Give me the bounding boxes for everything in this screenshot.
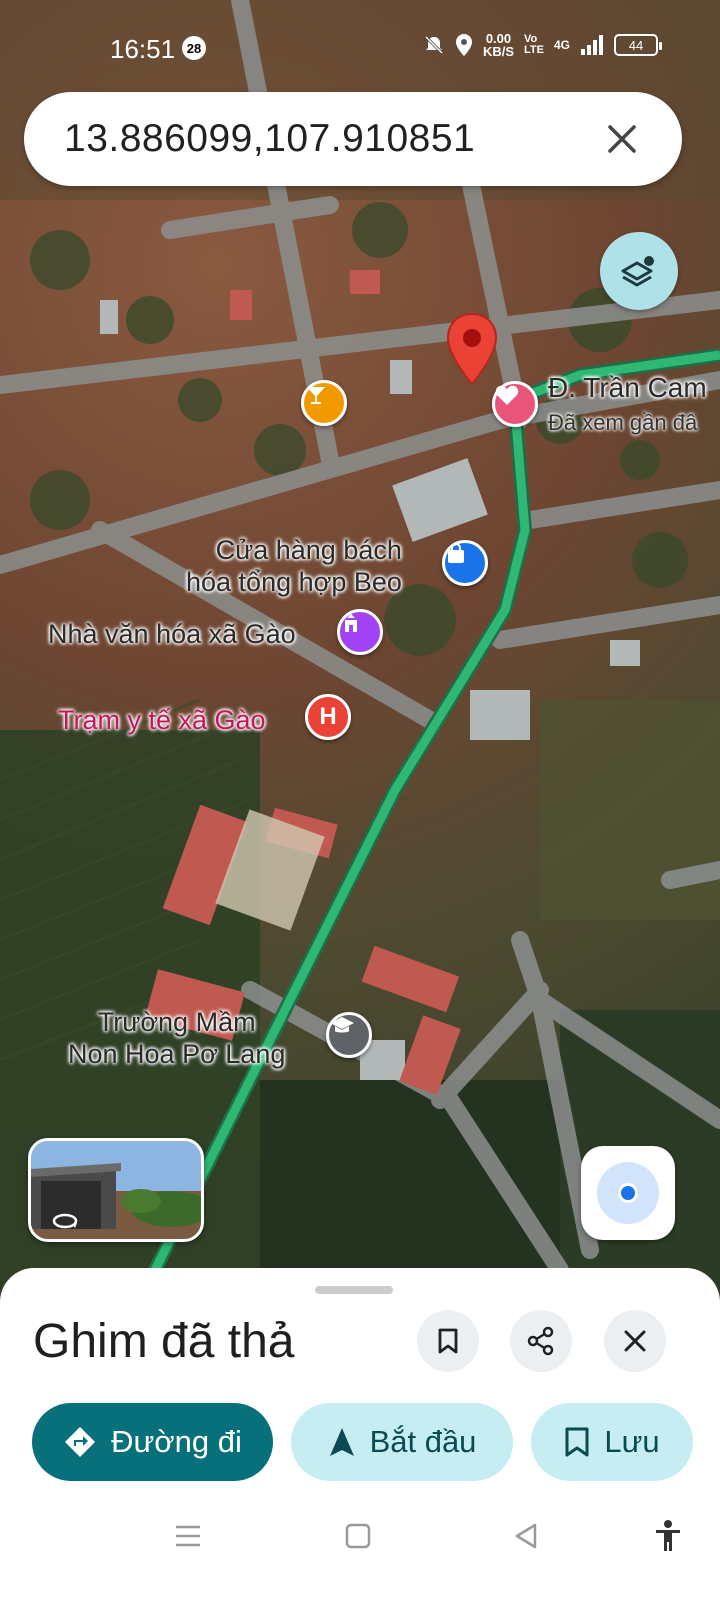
status-bar: 16:51 28 0.00 KB/S Vo LTE 4G 44 bbox=[0, 0, 720, 92]
directions-label: Đường đi bbox=[111, 1424, 242, 1459]
start-label: Bắt đầu bbox=[369, 1424, 477, 1459]
navigation-arrow-icon bbox=[329, 1428, 354, 1456]
close-icon bbox=[624, 1330, 646, 1352]
poi-culture-house-label[interactable]: Nhà văn hóa xã Gào bbox=[48, 618, 296, 650]
search-query[interactable]: 13.886099,107.910851 bbox=[64, 117, 592, 161]
save-button[interactable]: Lưu bbox=[531, 1403, 693, 1481]
hospital-icon[interactable]: H bbox=[305, 694, 351, 740]
road-label[interactable]: Đ. Trần Cam bbox=[548, 372, 707, 404]
location-icon bbox=[455, 34, 472, 56]
map-imagery bbox=[0, 0, 720, 1320]
drag-handle[interactable] bbox=[315, 1286, 393, 1294]
save-label: Lưu bbox=[604, 1424, 660, 1459]
street-view-thumbnail[interactable] bbox=[28, 1138, 204, 1242]
my-location-icon bbox=[597, 1162, 659, 1224]
directions-button[interactable]: Đường đi bbox=[32, 1403, 273, 1481]
back-button[interactable] bbox=[506, 1516, 546, 1556]
map-view[interactable]: Đ. Trần Cam Đã xem gần đâ Cửa hàng bách … bbox=[0, 0, 720, 1320]
network-speed: 0.00 KB/S bbox=[483, 32, 514, 58]
search-bar[interactable]: 13.886099,107.910851 bbox=[24, 92, 682, 186]
start-button[interactable]: Bắt đầu bbox=[291, 1403, 513, 1481]
directions-icon bbox=[65, 1427, 96, 1457]
close-icon bbox=[608, 125, 636, 153]
bookmark-button[interactable] bbox=[417, 1310, 479, 1372]
layers-button[interactable] bbox=[600, 232, 678, 310]
notification-badge: 28 bbox=[182, 36, 206, 60]
menu-icon bbox=[176, 1525, 200, 1547]
shopping-bag-icon[interactable] bbox=[442, 540, 488, 586]
bookmark-icon bbox=[565, 1427, 589, 1457]
dropped-pin-icon[interactable] bbox=[446, 312, 498, 386]
home-button[interactable] bbox=[338, 1516, 378, 1556]
square-icon bbox=[345, 1523, 371, 1549]
share-icon bbox=[527, 1326, 554, 1356]
layers-icon bbox=[621, 256, 654, 287]
road-sublabel: Đã xem gần đâ bbox=[548, 410, 698, 435]
poi-store-label[interactable]: Cửa hàng bách hóa tổng hợp Beo bbox=[186, 534, 402, 598]
close-sheet-button[interactable] bbox=[604, 1310, 666, 1372]
saved-heart-icon[interactable] bbox=[492, 381, 538, 427]
speed-unit: KB/S bbox=[482, 44, 515, 59]
poi-health-station-label[interactable]: Trạm y tế xã Gào bbox=[58, 704, 266, 736]
recents-button[interactable] bbox=[168, 1516, 208, 1556]
system-nav-bar bbox=[0, 1490, 720, 1600]
sheet-title: Ghim đã thả bbox=[33, 1315, 295, 1368]
back-triangle-icon bbox=[515, 1523, 537, 1549]
signal-icon bbox=[581, 35, 603, 55]
clear-search-button[interactable] bbox=[592, 109, 652, 169]
my-location-button[interactable] bbox=[581, 1146, 675, 1240]
landmark-icon[interactable] bbox=[337, 609, 383, 655]
mute-bell-icon bbox=[424, 35, 444, 55]
poi-kindergarten-label[interactable]: Trường Mầm Non Hoa Pơ Lang bbox=[68, 1006, 285, 1070]
share-button[interactable] bbox=[510, 1310, 572, 1372]
bookmark-icon bbox=[438, 1328, 458, 1354]
battery-icon: 44 bbox=[614, 34, 662, 56]
rotate-360-icon bbox=[52, 1213, 78, 1229]
volte-icon: Vo LTE bbox=[524, 33, 544, 56]
school-icon[interactable] bbox=[326, 1012, 372, 1058]
clock: 16:51 bbox=[110, 34, 176, 64]
network-type: 4G bbox=[553, 38, 570, 52]
battery-level: 44 bbox=[628, 37, 644, 53]
accessibility-button[interactable] bbox=[648, 1516, 688, 1556]
action-buttons: Đường đi Bắt đầu Lưu bbox=[32, 1403, 693, 1481]
accessibility-icon bbox=[656, 1520, 680, 1551]
bar-pin-icon[interactable] bbox=[301, 380, 347, 426]
